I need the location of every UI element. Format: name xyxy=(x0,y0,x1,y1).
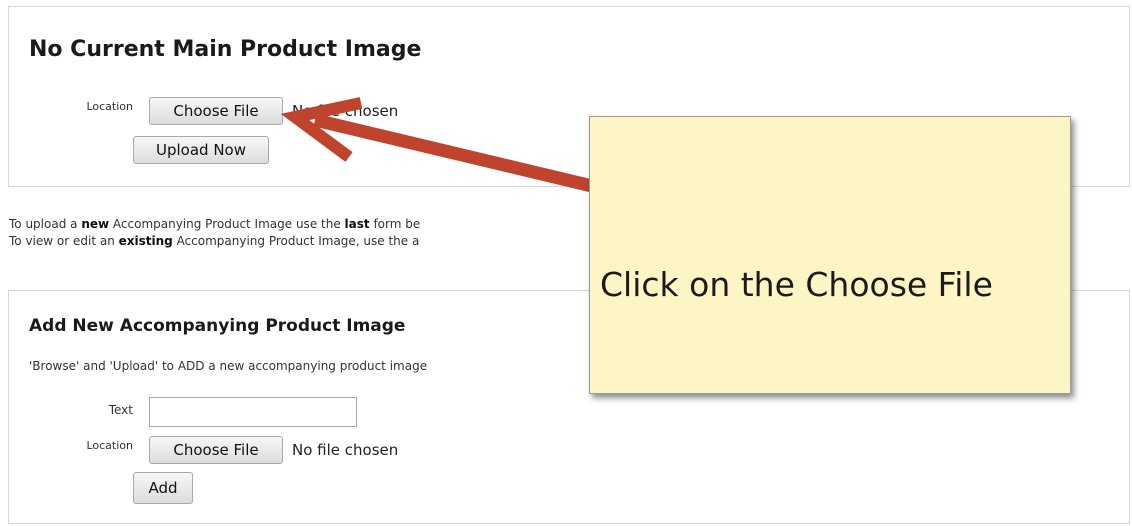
callout-note: Click on the Choose File xyxy=(589,116,1071,394)
callout-text: Click on the Choose File xyxy=(600,265,993,304)
arrow-icon xyxy=(280,97,594,193)
